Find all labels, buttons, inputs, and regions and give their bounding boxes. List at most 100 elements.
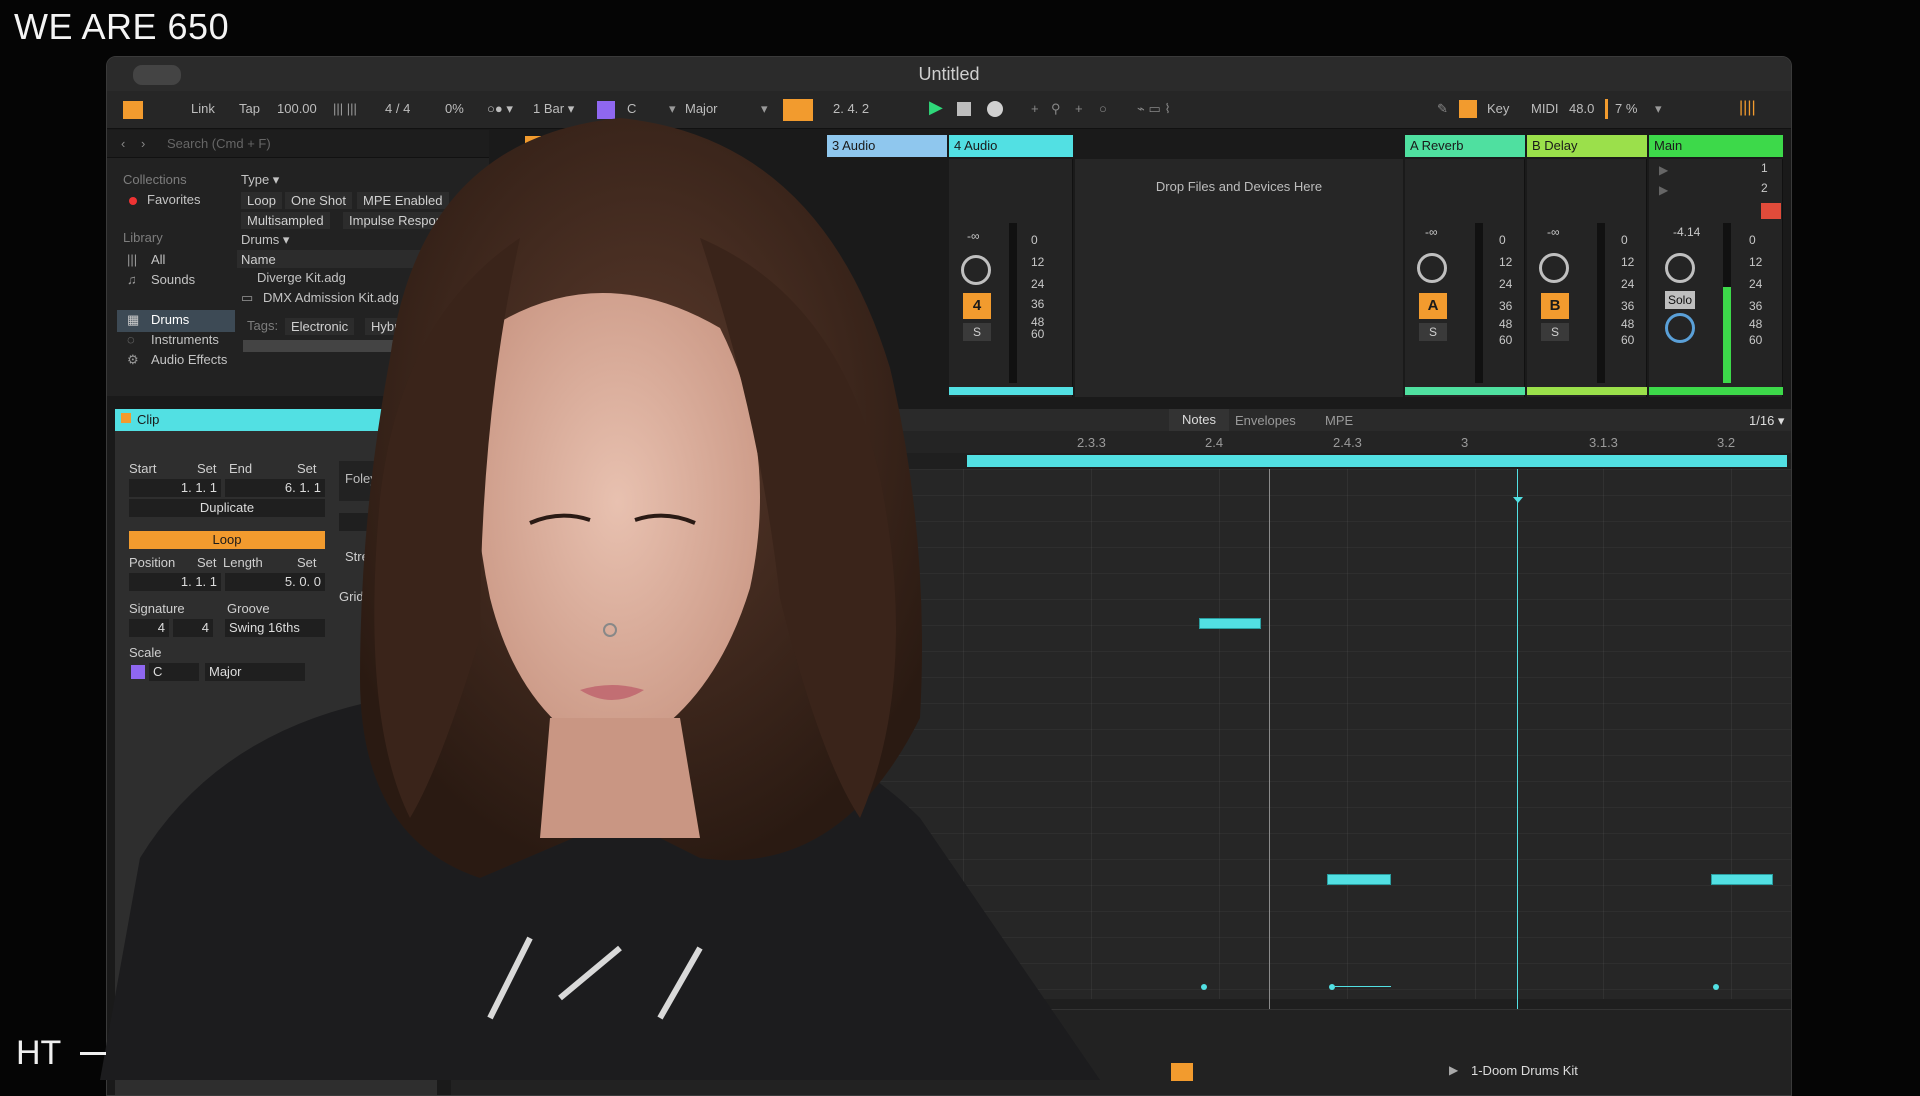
draw-mode-icon[interactable]: ✎ <box>1437 101 1448 117</box>
meter-scale-label: 36 <box>1749 299 1763 313</box>
velocity-marker[interactable] <box>1713 984 1719 990</box>
meter-scale-label: 48 <box>1499 317 1513 331</box>
meter-scale-label: 36 <box>1621 299 1635 313</box>
mixer-main: 1 2 ▶ ▶ -4.14 Solo 0 12 24 36 48 60 <box>1649 159 1783 397</box>
key-scale-value: Major <box>685 101 718 116</box>
quantize-select[interactable]: 1 Bar ▾ <box>533 101 574 117</box>
grid-resolution-value: 1/16 <box>1749 413 1775 428</box>
meter-scale-label: 24 <box>1621 277 1635 291</box>
pan-knob[interactable] <box>1665 253 1695 283</box>
status-warning-icon[interactable] <box>1171 1063 1193 1081</box>
pan-knob[interactable] <box>1417 253 1447 283</box>
overdub-icon[interactable]: + <box>1031 101 1039 116</box>
key-scale-select[interactable]: Major <box>685 101 718 116</box>
cpu-percent: 7 % <box>1615 101 1638 116</box>
meter-scale-label: 0 <box>1621 233 1628 247</box>
track-header-main[interactable]: Main <box>1649 135 1783 157</box>
track-header-a-reverb[interactable]: A Reverb <box>1405 135 1525 157</box>
cpu-meter <box>1605 99 1608 119</box>
ruler-label: 3 <box>1461 435 1469 450</box>
midi-map-button[interactable]: MIDI <box>1531 101 1558 116</box>
song-position-field[interactable]: 2. 4. 2 <box>833 101 869 116</box>
key-map-button[interactable]: Key <box>1487 101 1509 116</box>
grid-resolution-select[interactable]: 1/16 ▾ <box>1749 413 1784 429</box>
arrangement-toggle-icon[interactable] <box>123 101 143 119</box>
meter-scale-label: 48 <box>1621 317 1635 331</box>
chevron-down-icon[interactable]: ▾ <box>1655 101 1662 117</box>
tempo-field[interactable]: 100.00 <box>277 101 317 116</box>
meter-scale-label: 0 <box>1749 233 1756 247</box>
meter-scale-label: 60 <box>1749 333 1763 347</box>
solo-button[interactable]: S <box>1419 323 1447 341</box>
play-small-icon[interactable]: ▶ <box>1449 1063 1458 1077</box>
stream-title: WE ARE 650 <box>14 6 230 47</box>
ruler-label: 3.1.3 <box>1589 435 1618 450</box>
meter-scale-label: 60 <box>1499 333 1513 347</box>
meter-scale-label: 12 <box>1749 255 1763 269</box>
add-icon[interactable]: + <box>1075 101 1083 116</box>
link-button[interactable]: Link <box>191 101 215 116</box>
midi-note[interactable] <box>1711 874 1773 885</box>
cue-knob[interactable] <box>1665 313 1695 343</box>
playhead-line <box>1517 469 1518 1089</box>
meter-scale-label: 24 <box>1499 277 1513 291</box>
velocity-marker[interactable] <box>1201 984 1207 990</box>
volume-value[interactable]: -∞ <box>1547 225 1560 239</box>
mixer-a-reverb: -∞ A S 0 12 24 36 48 60 <box>1405 159 1525 397</box>
cpu-value: 48.0 <box>1569 101 1595 116</box>
scene-launch-icon[interactable]: ▶ <box>1659 183 1668 197</box>
tab-notes[interactable]: Notes <box>1169 409 1229 431</box>
piano-icon[interactable] <box>1459 100 1477 118</box>
metronome-bars-icon[interactable]: ||| ||| <box>333 101 357 116</box>
scene-number[interactable]: 1 <box>1761 161 1768 175</box>
solo-button[interactable]: Solo <box>1665 291 1695 309</box>
volume-value[interactable]: -4.14 <box>1673 225 1700 239</box>
meter-scale-label: 48 <box>1749 317 1763 331</box>
loop-switch-icon[interactable]: ⌁ ▭ ⌇ <box>1137 101 1171 117</box>
record-icon[interactable] <box>987 101 1003 117</box>
webcam-person-overlay <box>100 118 1100 1080</box>
midi-indicator-icon: |||| <box>1739 99 1756 116</box>
scale-mode-icon[interactable] <box>597 101 615 119</box>
scene-launch-icon[interactable]: ▶ <box>1659 163 1668 177</box>
pan-knob[interactable] <box>1539 253 1569 283</box>
key-root-select[interactable]: C <box>627 101 636 116</box>
time-signature-field[interactable]: 4 / 4 <box>385 101 410 116</box>
tab-mpe[interactable]: MPE <box>1325 413 1353 428</box>
meter-scale-label: 0 <box>1499 233 1506 247</box>
tap-button[interactable]: Tap <box>239 101 260 116</box>
status-track-name: 1-Doom Drums Kit <box>1471 1063 1578 1078</box>
solo-button[interactable]: S <box>1541 323 1569 341</box>
mixer-b-delay: -∞ B S 0 12 24 36 48 60 <box>1527 159 1647 397</box>
chevron-down-icon[interactable]: ▾ <box>761 101 768 117</box>
main-level-meter <box>1723 223 1731 383</box>
window-control-button[interactable] <box>133 65 181 85</box>
level-meter <box>1475 223 1483 383</box>
scene-number[interactable]: 2 <box>1761 181 1768 195</box>
swing-field[interactable]: 0% <box>445 101 464 116</box>
velocity-marker[interactable] <box>1329 984 1335 990</box>
tab-envelopes[interactable]: Envelopes <box>1235 413 1296 428</box>
bar-line <box>1269 469 1270 1089</box>
midi-note[interactable] <box>1327 874 1391 885</box>
capture-icon[interactable]: ○ <box>1099 101 1107 116</box>
metronome-icon[interactable]: ○● ▾ <box>487 101 513 117</box>
level-meter <box>1597 223 1605 383</box>
key-root-value: C <box>627 101 637 116</box>
stream-badge: HT <box>16 1034 62 1072</box>
automation-arm-icon[interactable]: ⚲ <box>1051 101 1061 117</box>
volume-value[interactable]: -∞ <box>1425 225 1438 239</box>
window-title: Untitled <box>107 57 1791 91</box>
midi-note[interactable] <box>1199 618 1261 629</box>
playhead-marker-icon <box>1513 497 1523 503</box>
velocity-line <box>1335 986 1391 987</box>
track-activator-button[interactable]: B <box>1541 293 1569 319</box>
play-icon[interactable]: ▶ <box>929 97 943 118</box>
track-activator-button[interactable]: A <box>1419 293 1447 319</box>
stop-icon[interactable] <box>957 102 971 116</box>
record-arm-icon[interactable] <box>1761 203 1781 219</box>
track-header-b-delay[interactable]: B Delay <box>1527 135 1647 157</box>
chevron-down-icon[interactable]: ▾ <box>669 101 676 117</box>
minimize-dash-icon <box>80 1052 106 1055</box>
ruler-label: 2.4 <box>1205 435 1224 450</box>
